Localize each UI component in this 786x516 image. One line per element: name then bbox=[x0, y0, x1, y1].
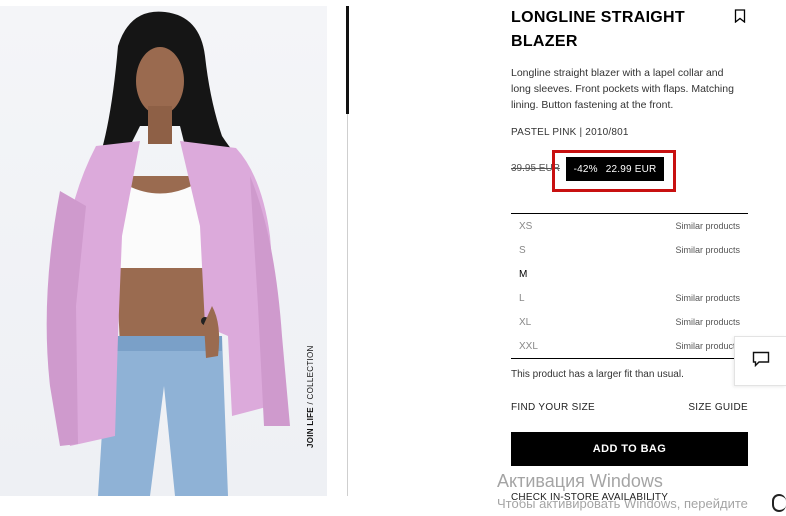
size-option-xl[interactable]: XL Similar products bbox=[511, 310, 748, 334]
chat-button[interactable] bbox=[734, 336, 786, 386]
fit-note: This product has a larger fit than usual… bbox=[511, 369, 684, 380]
size-option-s[interactable]: S Similar products bbox=[511, 238, 748, 262]
gallery-scroll-thumb[interactable] bbox=[346, 6, 349, 114]
product-description: Longline straight blazer with a lapel co… bbox=[511, 67, 734, 111]
product-title: LONGLINE STRAIGHT BLAZER bbox=[511, 9, 685, 50]
size-selector: XS Similar products S Similar products M… bbox=[511, 213, 748, 359]
size-option-xs[interactable]: XS Similar products bbox=[511, 214, 748, 238]
chat-icon bbox=[752, 351, 770, 372]
add-to-bag-button[interactable]: ADD TO BAG bbox=[511, 432, 748, 466]
size-option-m[interactable]: M bbox=[511, 262, 748, 286]
bookmark-icon[interactable] bbox=[734, 9, 746, 24]
product-photo[interactable]: JOIN LIFE / COLLECTION bbox=[0, 6, 327, 496]
collection-tag: JOIN LIFE / COLLECTION bbox=[306, 345, 315, 448]
similar-products-link[interactable]: Similar products bbox=[675, 341, 740, 351]
size-option-xxl[interactable]: XXL Similar products bbox=[511, 334, 748, 358]
sale-price-badge: -42% 22.99 EUR bbox=[566, 157, 664, 181]
product-page: JOIN LIFE / COLLECTION LONGLINE STRAIGHT… bbox=[0, 0, 786, 516]
discount-label: -42% bbox=[573, 163, 598, 175]
similar-products-link[interactable]: Similar products bbox=[675, 317, 740, 327]
size-guide-link[interactable]: SIZE GUIDE bbox=[688, 402, 748, 413]
corner-scroll-indicator bbox=[772, 494, 786, 512]
similar-products-link[interactable]: Similar products bbox=[675, 245, 740, 255]
windows-activation-watermark: Активация Windows Чтобы активировать Win… bbox=[497, 471, 748, 511]
similar-products-link[interactable]: Similar products bbox=[675, 293, 740, 303]
model-illustration bbox=[46, 11, 290, 496]
color-reference: PASTEL PINK | 2010/801 bbox=[511, 127, 629, 138]
size-links: FIND YOUR SIZE SIZE GUIDE bbox=[511, 402, 748, 413]
current-price: 22.99 EUR bbox=[605, 163, 657, 175]
check-in-store-link[interactable]: CHECK IN-STORE AVAILABILITY bbox=[511, 492, 668, 503]
size-option-l[interactable]: L Similar products bbox=[511, 286, 748, 310]
similar-products-link[interactable]: Similar products bbox=[675, 221, 740, 231]
find-your-size-link[interactable]: FIND YOUR SIZE bbox=[511, 402, 595, 413]
